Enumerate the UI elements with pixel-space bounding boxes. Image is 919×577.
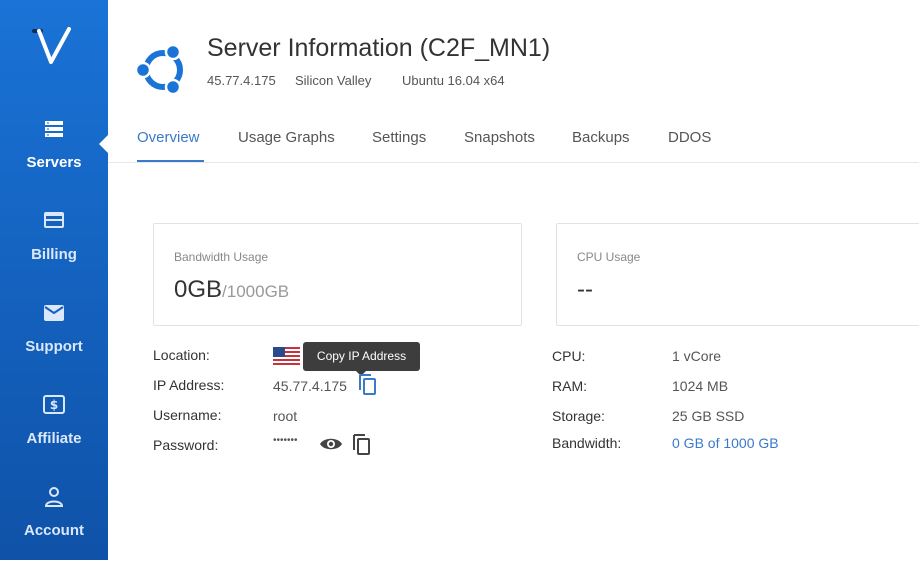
ip-address-label: IP Address:	[153, 377, 225, 393]
us-flag-icon	[273, 347, 300, 365]
tab-settings[interactable]: Settings	[372, 129, 426, 146]
username-label: Username:	[153, 407, 222, 423]
cpu-usage-value: --	[577, 276, 593, 303]
active-indicator	[99, 135, 108, 153]
sidebar: Servers Billing Support $ Affiliate Acco…	[0, 0, 108, 560]
dollar-icon: $	[43, 395, 65, 414]
cpu-label: CPU:	[552, 348, 586, 364]
storage-value: 25 GB SSD	[672, 408, 745, 424]
active-tab-underline	[137, 160, 204, 162]
cpu-usage-card: CPU Usage --	[556, 223, 919, 326]
bandwidth-usage-card: Bandwidth Usage 0GB/1000GB	[153, 223, 522, 326]
vultr-logo-icon[interactable]	[31, 26, 77, 68]
credit-card-icon	[44, 212, 64, 228]
card-label: Bandwidth Usage	[174, 250, 269, 264]
tab-overview[interactable]: Overview	[137, 129, 200, 146]
password-label: Password:	[153, 437, 219, 453]
server-location: Silicon Valley	[295, 73, 372, 88]
sidebar-item-label: Account	[24, 522, 84, 539]
copy-password-icon[interactable]	[350, 433, 372, 457]
tab-snapshots[interactable]: Snapshots	[464, 129, 535, 146]
tab-usage-graphs[interactable]: Usage Graphs	[238, 129, 335, 146]
copy-ip-icon[interactable]	[356, 373, 378, 397]
password-value: •••••••	[273, 435, 298, 446]
sidebar-item-support[interactable]: Support	[0, 301, 108, 393]
bandwidth-used: 0GB	[174, 276, 223, 303]
bandwidth-total: /1000GB	[222, 282, 290, 301]
server-ip: 45.77.4.175	[207, 73, 276, 88]
cpu-value: 1 vCore	[672, 348, 722, 364]
tab-ddos[interactable]: DDOS	[668, 129, 711, 146]
sidebar-item-affiliate[interactable]: $ Affiliate	[0, 393, 108, 485]
svg-text:$: $	[50, 398, 58, 412]
ram-value: 1024 MB	[672, 378, 729, 394]
sidebar-item-label: Affiliate	[26, 430, 82, 447]
location-label: Location:	[153, 347, 210, 363]
bandwidth-usage-value: 0GB/1000GB	[174, 276, 289, 304]
card-label: CPU Usage	[577, 250, 641, 264]
ram-label: RAM:	[552, 378, 587, 394]
user-icon	[44, 487, 64, 507]
bandwidth-label: Bandwidth:	[552, 435, 622, 451]
show-password-eye-icon[interactable]	[319, 435, 343, 453]
tabs-divider	[108, 162, 919, 163]
ubuntu-logo-icon	[135, 43, 183, 96]
bandwidth-value-link[interactable]: 0 GB of 1000 GB	[672, 435, 779, 451]
page-title: Server Information (C2F_MN1)	[207, 34, 551, 62]
servers-icon	[45, 121, 63, 137]
sidebar-item-account[interactable]: Account	[0, 485, 108, 577]
sidebar-item-billing[interactable]: Billing	[0, 209, 108, 301]
storage-label: Storage:	[552, 408, 605, 424]
username-value: root	[273, 408, 298, 424]
server-os: Ubuntu 16.04 x64	[402, 73, 505, 88]
sidebar-item-label: Servers	[26, 154, 82, 171]
envelope-icon	[44, 305, 64, 321]
ip-address-value: 45.77.4.175	[273, 378, 347, 394]
copy-ip-tooltip: Copy IP Address	[303, 342, 420, 371]
sidebar-item-label: Support	[25, 338, 83, 355]
sidebar-item-servers[interactable]: Servers	[0, 118, 108, 210]
sidebar-item-label: Billing	[31, 246, 77, 263]
tab-backups[interactable]: Backups	[572, 129, 630, 146]
